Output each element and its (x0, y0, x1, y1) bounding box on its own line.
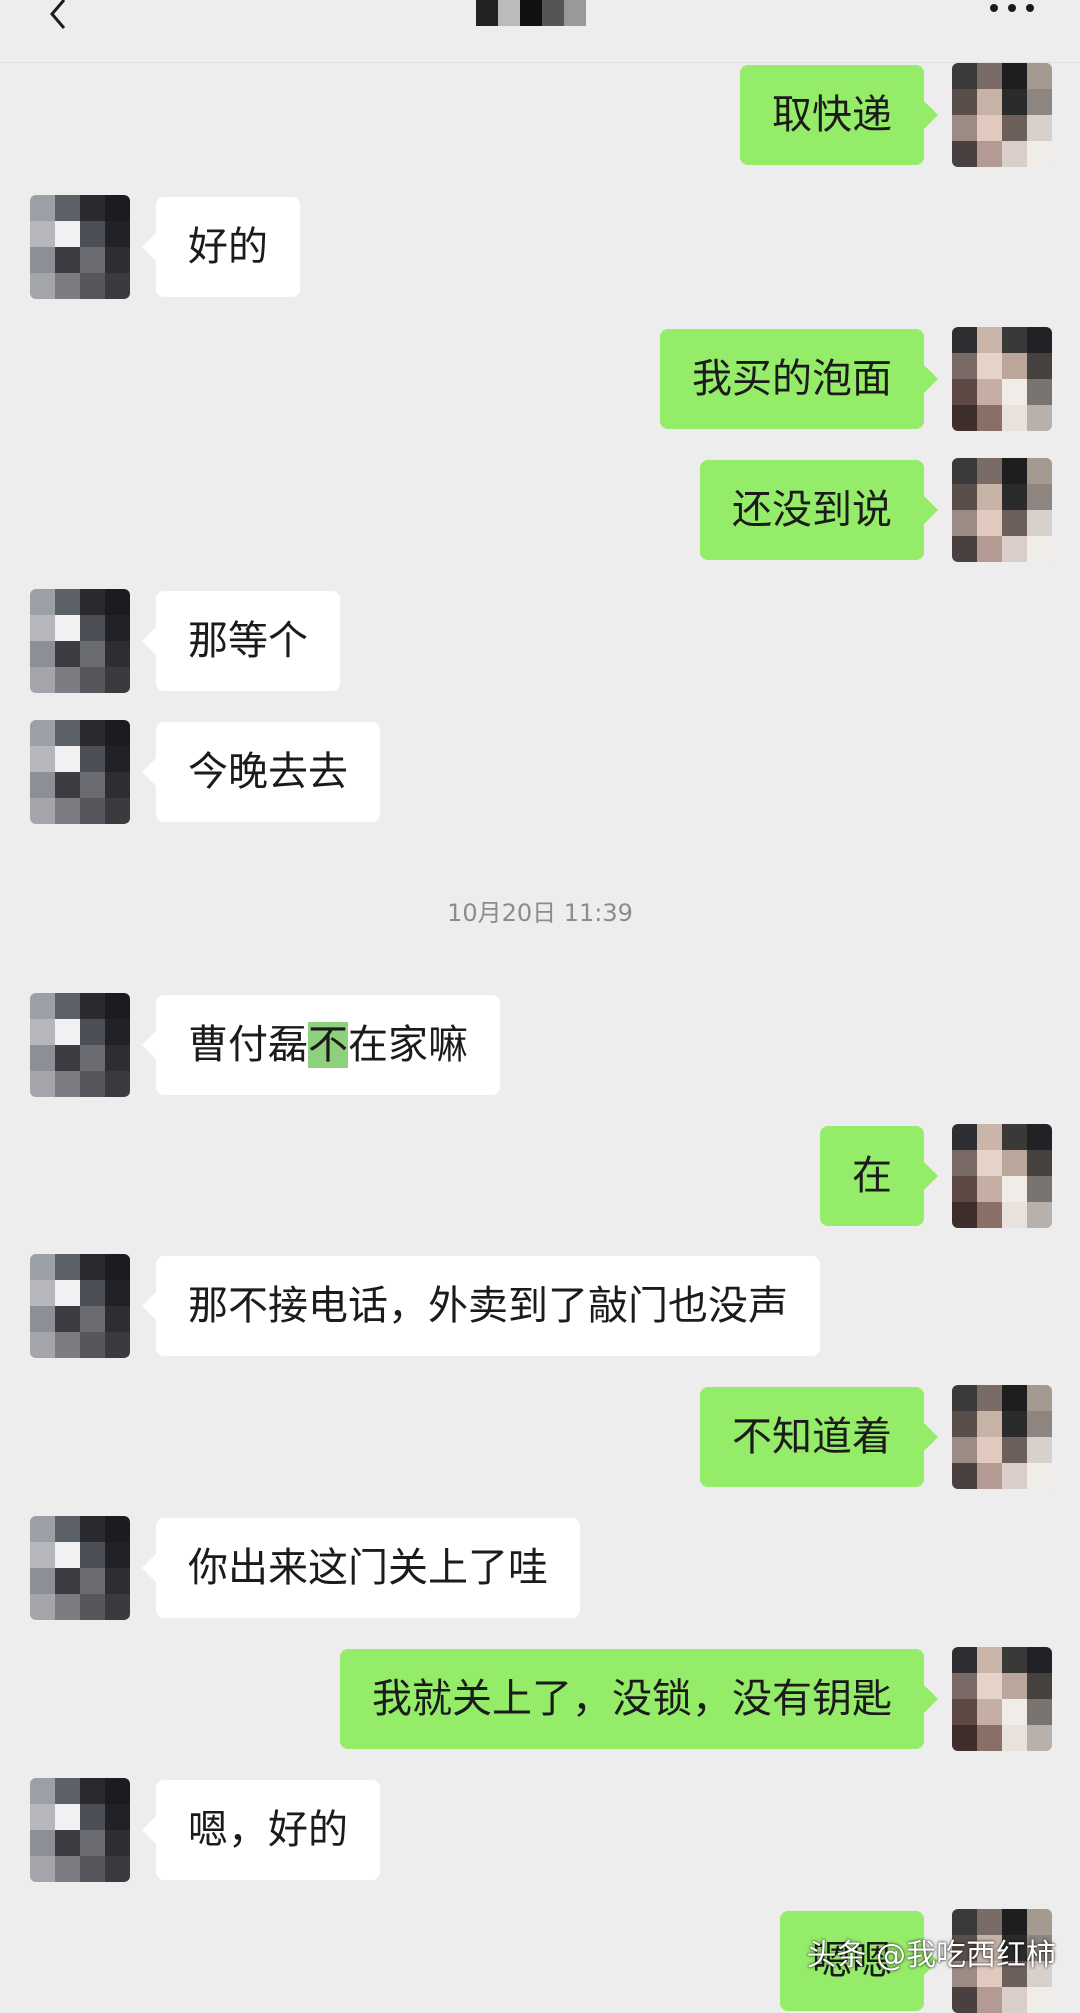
outgoing-message[interactable]: 我买的泡面 (660, 329, 938, 429)
incoming-message[interactable]: 那不接电话，外卖到了敲门也没声 (142, 1256, 820, 1356)
message-row: 我就关上了，没锁，没有钥匙 (0, 1647, 1080, 1751)
avatar[interactable] (30, 195, 130, 299)
avatar[interactable] (30, 589, 130, 693)
avatar[interactable] (30, 1254, 130, 1358)
incoming-message[interactable]: 好的 (142, 197, 300, 297)
message-row: 不知道着 (0, 1385, 1080, 1489)
watermark-text: 头条 @我吃西红柿 (806, 1938, 1056, 1973)
message-text: 在家嘛 (348, 1022, 468, 1068)
avatar[interactable] (30, 993, 130, 1097)
more-dots-icon[interactable] (982, 0, 1042, 20)
chat-title-pixelated (476, 0, 586, 26)
chevron-left-icon[interactable] (38, 0, 78, 34)
incoming-message[interactable]: 今晚去去 (142, 722, 380, 822)
outgoing-message[interactable]: 在 (820, 1126, 938, 1226)
avatar[interactable] (952, 1124, 1052, 1228)
message-row: 还没到说 (0, 458, 1080, 562)
message-row: 曹付磊不在家嘛 (0, 993, 1080, 1097)
message-row: 今晚去去 (0, 720, 1080, 824)
outgoing-message[interactable]: 取快递 (740, 65, 938, 165)
chat-timestamp: 10月20日 11:39 (447, 899, 633, 927)
outgoing-message[interactable]: 我就关上了，没锁，没有钥匙 (340, 1649, 938, 1749)
message-row: 你出来这门关上了哇 (0, 1516, 1080, 1620)
message-text: 曹付磊 (188, 1022, 308, 1068)
message-row: 在 (0, 1124, 1080, 1228)
message-row: 那等个 (0, 589, 1080, 693)
highlighted-text: 不 (308, 1022, 348, 1068)
avatar[interactable] (952, 1385, 1052, 1489)
avatar[interactable] (30, 1516, 130, 1620)
avatar[interactable] (952, 63, 1052, 167)
incoming-message[interactable]: 嗯，好的 (142, 1780, 380, 1880)
message-row: 好的 (0, 195, 1080, 299)
chat-header (0, 0, 1080, 63)
avatar[interactable] (30, 720, 130, 824)
outgoing-message[interactable]: 还没到说 (700, 460, 938, 560)
message-row: 嗯，好的 (0, 1778, 1080, 1882)
message-row: 取快递 (0, 63, 1080, 167)
outgoing-message[interactable]: 不知道着 (700, 1387, 938, 1487)
avatar[interactable] (952, 327, 1052, 431)
avatar[interactable] (30, 1778, 130, 1882)
incoming-message[interactable]: 曹付磊不在家嘛 (142, 995, 500, 1095)
message-row: 我买的泡面 (0, 327, 1080, 431)
incoming-message[interactable]: 你出来这门关上了哇 (142, 1518, 580, 1618)
incoming-message[interactable]: 那等个 (142, 591, 340, 691)
avatar[interactable] (952, 1647, 1052, 1751)
avatar[interactable] (952, 458, 1052, 562)
message-row: 那不接电话，外卖到了敲门也没声 (0, 1254, 1080, 1358)
